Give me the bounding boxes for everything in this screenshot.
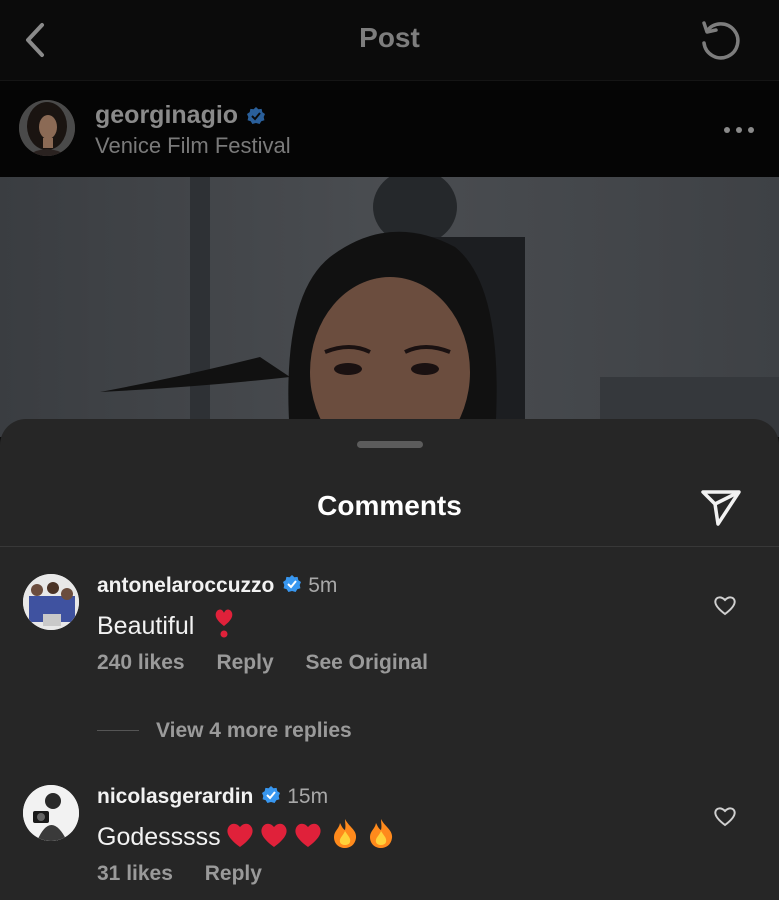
reply-button[interactable]: Reply (216, 651, 273, 674)
author-username[interactable]: georginagio (95, 101, 266, 130)
red-heart-emoji-icon (261, 823, 287, 847)
more-options-icon[interactable] (722, 125, 756, 135)
verified-badge-icon (247, 107, 266, 125)
comment-text: Godesssss (97, 817, 395, 852)
exclamation-heart-emoji-icon (215, 609, 233, 638)
comments-title: Comments (317, 490, 462, 521)
post-photo[interactable] (0, 177, 779, 437)
replies-indent-line (97, 730, 139, 731)
commenter-avatar[interactable] (23, 574, 79, 630)
comment-likes[interactable]: 31 likes (97, 862, 173, 885)
share-send-icon[interactable] (700, 486, 742, 528)
comment-text-content: Godesssss (97, 823, 221, 851)
comment-actions: 31 likes Reply (97, 862, 288, 886)
comment-text-content: Beautiful (97, 612, 195, 640)
verified-badge-icon (283, 575, 302, 592)
view-replies-text[interactable]: View 4 more replies (156, 719, 352, 743)
like-heart-icon[interactable] (713, 594, 737, 616)
like-heart-icon[interactable] (713, 805, 737, 827)
comment-text: Beautiful (97, 606, 235, 641)
page-title: Post (359, 22, 420, 53)
post-location[interactable]: Venice Film Festival (95, 133, 291, 159)
red-heart-emoji-icon (227, 823, 253, 847)
comments-sheet: Comments antonelaroccuzzo 5m Beautiful 2… (0, 419, 779, 900)
sheet-drag-handle[interactable] (357, 441, 423, 448)
fire-emoji-icon (333, 819, 356, 848)
post-header: georginagio Venice Film Festival (0, 80, 779, 178)
see-original-button[interactable]: See Original (305, 651, 428, 674)
comment-username-text[interactable]: nicolasgerardin (97, 785, 253, 808)
verified-badge-icon (262, 786, 281, 803)
commenter-username[interactable]: nicolasgerardin 15m (97, 785, 328, 809)
commenter-avatar[interactable] (23, 785, 79, 841)
top-bar: Post (0, 0, 779, 80)
author-avatar[interactable] (19, 100, 75, 156)
red-heart-emoji-icon (295, 823, 321, 847)
comment-username-text[interactable]: antonelaroccuzzo (97, 574, 274, 597)
reply-button[interactable]: Reply (205, 862, 262, 885)
comment-time: 5m (308, 574, 338, 597)
refresh-icon[interactable] (698, 17, 744, 63)
commenter-username[interactable]: antonelaroccuzzo 5m (97, 574, 337, 598)
comment-time: 15m (287, 785, 329, 808)
divider (0, 546, 779, 547)
author-username-text[interactable]: georginagio (95, 101, 238, 129)
fire-emoji-icon (369, 819, 392, 848)
comment-actions: 240 likes Reply See Original (97, 651, 454, 675)
comment-likes[interactable]: 240 likes (97, 651, 185, 674)
